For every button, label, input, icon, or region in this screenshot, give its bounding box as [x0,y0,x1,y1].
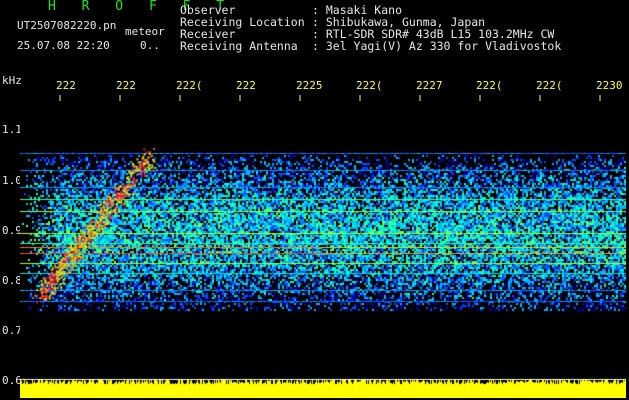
category-label: meteor [125,25,165,38]
antenna-value: : 3el Yagi(V) Az 330 for Vladivostok [312,39,562,53]
x-tick-label: 222( [356,79,383,92]
x-tick-label: 2225 [296,79,323,92]
y-tick-label: 1.0 [2,174,22,187]
x-tick-label: 2230 [596,79,623,92]
x-tick-label: 222 [236,79,256,92]
x-tick-label: 2227 [416,79,443,92]
x-tick-label: 222( [536,79,563,92]
y-tick-label: 0.9 [2,224,22,237]
y-tick-label: 1.1 [2,123,22,136]
x-tick-label: 222( [476,79,503,92]
file-name: UT2507082220.pn [17,19,117,32]
x-tick-label: 222 [56,79,76,92]
spectrogram-plot [20,95,626,398]
time-tick-marks [59,95,601,101]
date-time: 25.07.08 22:20 [17,39,110,52]
y-tick-label: 0.8 [2,274,22,287]
y-axis-unit: kHz [2,74,22,87]
y-tick-label: 0.6 [2,374,22,387]
antenna-label: Receiving Antenna [180,39,298,53]
y-tick-label: 0.7 [2,324,22,337]
x-tick-label: 222( [176,79,203,92]
status-dots: 0.. [140,39,160,52]
x-tick-label: 222 [116,79,136,92]
